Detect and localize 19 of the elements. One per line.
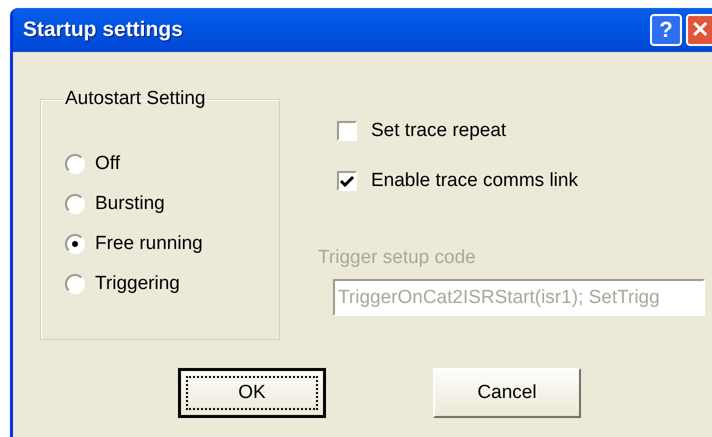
radio-label: Free running bbox=[95, 233, 203, 255]
window-title: Startup settings bbox=[23, 18, 184, 42]
radio-button[interactable] bbox=[65, 234, 85, 254]
checkbox[interactable] bbox=[337, 171, 357, 191]
radio-label: Triggering bbox=[95, 273, 180, 295]
checkbox[interactable] bbox=[337, 121, 357, 141]
radio-label: Bursting bbox=[95, 193, 165, 215]
radio-label: Off bbox=[95, 153, 120, 175]
dialog-button[interactable]: Cancel bbox=[433, 368, 581, 418]
radio-button[interactable] bbox=[65, 154, 85, 174]
radio-button[interactable] bbox=[65, 274, 85, 294]
checkbox-label: Enable trace comms link bbox=[371, 170, 578, 192]
close-button[interactable]: ✕ bbox=[686, 14, 712, 46]
dialog-button[interactable]: OK bbox=[178, 368, 326, 418]
field-label: Trigger setup code bbox=[318, 247, 477, 269]
checkbox-label: Set trace repeat bbox=[371, 120, 506, 142]
help-button[interactable]: ? bbox=[650, 14, 682, 46]
radio-button[interactable] bbox=[65, 194, 85, 214]
group-label: Autostart Setting bbox=[64, 88, 206, 110]
